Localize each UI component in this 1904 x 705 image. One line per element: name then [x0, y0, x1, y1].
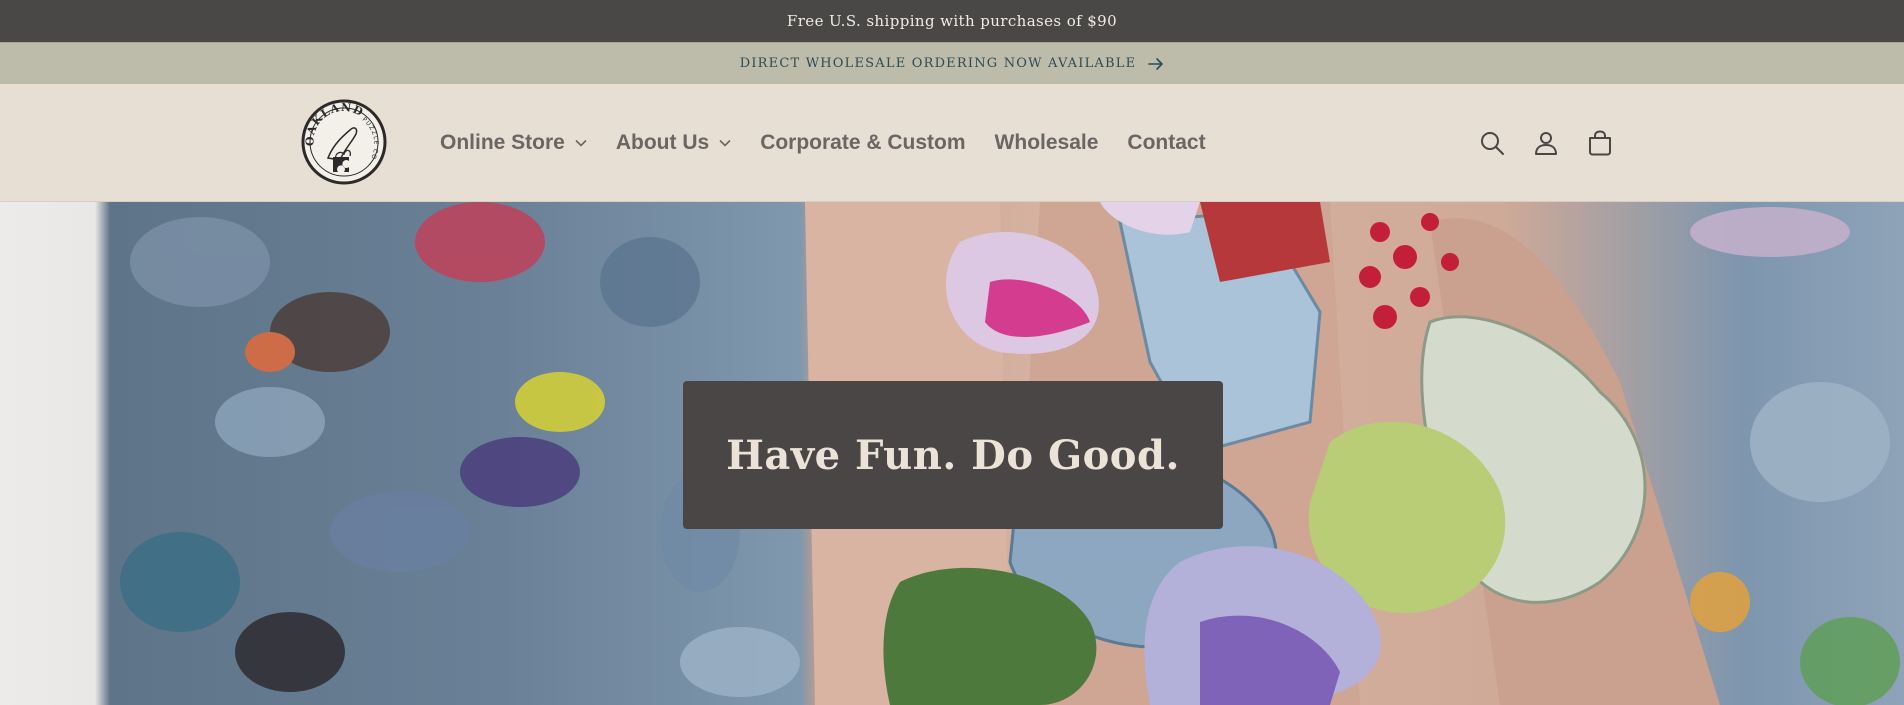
- nav-item-label: Online Store: [440, 131, 565, 154]
- hero-headline-box: Have Fun. Do Good.: [683, 381, 1223, 529]
- oakland-puzzle-logo[interactable]: OAKLAND PUZZLE CO: [300, 98, 388, 186]
- nav-item-label: About Us: [615, 131, 710, 154]
- chevron-down-icon: [719, 139, 731, 147]
- chevron-down-icon: [575, 139, 587, 147]
- main-navigation: Online Store About Us Corporate & Custom…: [440, 84, 1235, 202]
- site-header: OAKLAND PUZZLE CO Online Store About Us …: [0, 84, 1904, 202]
- cart-icon[interactable]: [1586, 129, 1614, 157]
- nav-item-label: Contact: [1127, 131, 1206, 154]
- nav-item-online-store[interactable]: Online Store: [440, 131, 587, 155]
- shipping-announcement-bar: Free U.S. shipping with purchases of $90: [0, 0, 1904, 42]
- arrow-right-icon: [1148, 57, 1164, 71]
- hero-banner: Have Fun. Do Good.: [0, 202, 1904, 705]
- nav-item-contact[interactable]: Contact: [1127, 131, 1205, 155]
- nav-item-about-us[interactable]: About Us: [616, 131, 731, 155]
- nav-item-wholesale[interactable]: Wholesale: [995, 131, 1099, 155]
- header-actions: [1478, 84, 1614, 202]
- nav-item-label: Wholesale: [994, 131, 1099, 154]
- account-icon[interactable]: [1532, 129, 1560, 157]
- wholesale-announcement-bar[interactable]: DIRECT WHOLESALE ORDERING NOW AVAILABLE: [0, 42, 1904, 84]
- nav-item-label: Corporate & Custom: [760, 131, 966, 154]
- wholesale-announcement-link[interactable]: DIRECT WHOLESALE ORDERING NOW AVAILABLE: [740, 56, 1137, 71]
- shipping-announcement-text: Free U.S. shipping with purchases of $90: [786, 12, 1118, 30]
- nav-item-corporate-custom[interactable]: Corporate & Custom: [760, 131, 965, 155]
- hero-title: Have Fun. Do Good.: [726, 431, 1180, 479]
- search-icon[interactable]: [1478, 129, 1506, 157]
